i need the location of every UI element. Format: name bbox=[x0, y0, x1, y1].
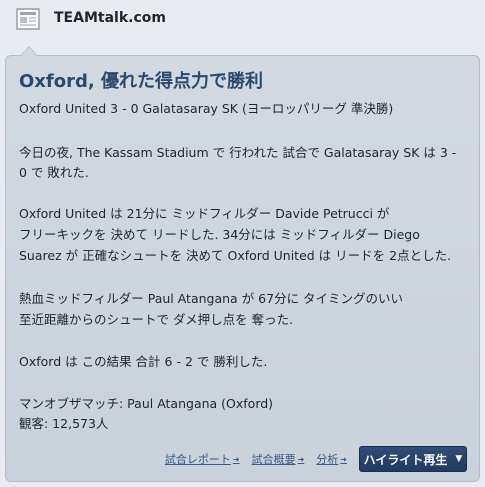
card-pointer-fill bbox=[21, 47, 37, 56]
result-line: Oxford United 3 - 0 Galatasaray SK (ヨーロッ… bbox=[19, 101, 394, 116]
newspaper-icon bbox=[16, 8, 40, 30]
man-of-the-match: マンオブザマッチ: Paul Atangana (Oxford) bbox=[19, 396, 274, 411]
analysis-label: 分析 bbox=[316, 453, 339, 466]
paragraph-3-line-2: 至近距離からのシュートで ダメ押し点を 奪った. bbox=[19, 312, 294, 327]
article-headline: Oxford, 優れた得点力で勝利 bbox=[19, 71, 263, 92]
attendance: 観客: 12,573人 bbox=[19, 416, 109, 431]
arrow-right-icon: ➜ bbox=[297, 454, 305, 464]
paragraph-2-line-3: Suarez が 正確なシュートを 決めて Oxford United は リー… bbox=[19, 248, 452, 263]
paragraph-1-line-1: 今日の夜, The Kassam Stadium で 行われた 試合で Gala… bbox=[19, 145, 457, 160]
paragraph-2-line-2: フリーキックを 決めて リードした. 34分には ミッドフィルダー Diego bbox=[19, 227, 420, 242]
paragraph-3-line-1: 熱血ミッドフィルダー Paul Atangana が 67分に タイミングのいい bbox=[19, 291, 404, 306]
paragraph-2-line-1: Oxford United は 21分に ミッドフィルダー Davide Pet… bbox=[19, 206, 390, 221]
chevron-down-icon: ▼ bbox=[455, 454, 463, 464]
play-highlights-label: ハイライト再生 bbox=[363, 452, 448, 467]
paragraph-1-line-2: 0 で 敗れた. bbox=[19, 165, 89, 180]
arrow-right-icon: ➜ bbox=[232, 454, 240, 464]
footer-actions: 試合レポート ➜ 試合概要 ➜ 分析 ➜ ハイライト再生 ▼ bbox=[165, 446, 467, 472]
source-name: TEAMtalk.com bbox=[54, 10, 166, 26]
match-report-label: 試合レポート bbox=[164, 453, 231, 466]
match-overview-link[interactable]: 試合概要 ➜ bbox=[252, 451, 305, 467]
match-report-link[interactable]: 試合レポート ➜ bbox=[165, 451, 240, 467]
match-overview-label: 試合概要 bbox=[251, 453, 296, 466]
aggregate-result: Oxford は この結果 合計 6 - 2 で 勝利した. bbox=[19, 354, 268, 369]
analysis-link[interactable]: 分析 ➜ bbox=[316, 451, 347, 467]
arrow-right-icon: ➜ bbox=[340, 454, 347, 464]
play-highlights-button[interactable]: ハイライト再生 ▼ bbox=[359, 446, 467, 472]
news-source-bar: TEAMtalk.com bbox=[0, 0, 485, 40]
